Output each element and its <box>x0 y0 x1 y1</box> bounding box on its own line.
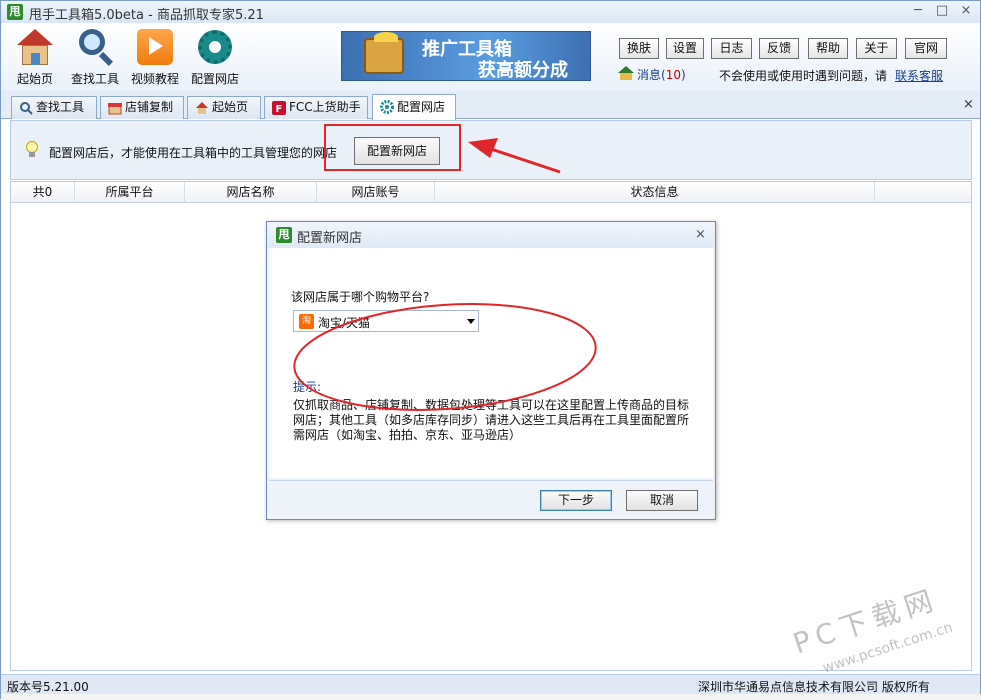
dialog-footer: 下一步 取消 <box>269 480 713 518</box>
message-house-icon <box>618 66 634 80</box>
platform-select[interactable]: 淘 淘宝/天猫 <box>293 310 479 332</box>
tab-configure-shop[interactable]: 配置网店 <box>372 94 456 120</box>
skin-button[interactable]: 换肤 <box>619 38 659 59</box>
video-play-icon <box>135 27 175 67</box>
version-text: 版本号5.21.00 <box>7 680 89 694</box>
toolbar-configure-shop-label: 配置网店 <box>190 72 239 86</box>
next-step-button[interactable]: 下一步 <box>540 490 612 511</box>
window-title: 甩手工具箱5.0beta - 商品抓取专家5.21 <box>29 8 264 23</box>
tab-shop-copy-label: 店铺复制 <box>125 100 174 114</box>
gear-icon <box>195 27 235 67</box>
messages-label: 消息( <box>637 68 666 82</box>
tab-home-label: 起始页 <box>212 100 249 114</box>
table-header: 共0 所属平台 网店名称 网店账号 状态信息 <box>11 182 971 203</box>
dialog-title: 配置新网店 <box>297 231 363 246</box>
toolbar-video-tutorial-label: 视频教程 <box>130 72 179 86</box>
tab-find-tools[interactable]: 查找工具 <box>11 96 97 119</box>
shop-icon <box>108 103 122 115</box>
tab-strip: 查找工具 店铺复制 起始页 F FCC上货助手 配置网店 <box>1 91 980 120</box>
gear-icon <box>380 100 394 114</box>
close-tab-icon[interactable]: × <box>963 97 974 112</box>
cancel-button[interactable]: 取消 <box>626 490 698 511</box>
platform-question: 该网店属于哪个购物平台? <box>291 290 430 304</box>
help-button[interactable]: 帮助 <box>808 38 848 59</box>
info-bar: 配置网店后，才能使用在工具箱中的工具管理您的网店 配置新网店 <box>10 120 972 180</box>
tip-text: 仅抓取商品、店铺复制、数据包处理等工具可以在这里配置上传商品的目标网店；其他工具… <box>293 398 690 442</box>
tab-fcc-helper[interactable]: F FCC上货助手 <box>264 96 368 119</box>
feedback-button[interactable]: 反馈 <box>759 38 799 59</box>
dialog-logo-icon: 甩 <box>276 227 292 243</box>
home-icon <box>15 27 55 67</box>
official-site-button[interactable]: 官网 <box>905 38 947 59</box>
col-status[interactable]: 状态信息 <box>435 182 875 203</box>
messages-label-close: ) <box>680 68 686 82</box>
minimize-button[interactable]: ─ <box>907 3 929 21</box>
tab-configure-shop-label: 配置网店 <box>397 100 446 114</box>
toolbar-home-label: 起始页 <box>16 72 53 86</box>
col-platform[interactable]: 所属平台 <box>75 182 185 203</box>
dialog-body: 该网店属于哪个购物平台? 淘 淘宝/天猫 提示: 仅抓取商品、店铺复制、数据包处… <box>269 248 713 478</box>
chevron-down-icon <box>467 319 475 324</box>
tab-home[interactable]: 起始页 <box>187 96 261 119</box>
close-button[interactable]: × <box>955 3 977 21</box>
title-bar[interactable]: 甩 甩手工具箱5.0beta - 商品抓取专家5.21 ─ □ × <box>1 1 980 23</box>
annotation-red-box <box>324 124 461 171</box>
settings-button[interactable]: 设置 <box>666 38 704 59</box>
app-window: 甩 甩手工具箱5.0beta - 商品抓取专家5.21 ─ □ × 起始页 查找… <box>0 0 981 700</box>
lightbulb-icon <box>25 141 39 159</box>
help-text: 不会使用或使用时遇到问题，请 <box>719 69 888 83</box>
tab-fcc-helper-label: FCC上货助手 <box>289 100 361 114</box>
treasure-chest-icon <box>364 32 404 74</box>
app-logo-icon: 甩 <box>7 4 23 20</box>
col-count[interactable]: 共0 <box>11 182 75 203</box>
bottom-strip <box>1 694 981 700</box>
magnifier-icon <box>75 27 115 67</box>
toolbar-find-tools-label: 查找工具 <box>70 72 119 86</box>
messages-link[interactable]: 消息(10) <box>637 66 686 83</box>
about-button[interactable]: 关于 <box>856 38 897 59</box>
home-icon <box>196 102 208 114</box>
taobao-icon: 淘 <box>299 314 314 329</box>
info-text: 配置网店后，才能使用在工具箱中的工具管理您的网店 <box>49 146 338 160</box>
configure-shop-dialog: 甩 配置新网店 × 该网店属于哪个购物平台? 淘 淘宝/天猫 提示: 仅抓取商品… <box>266 221 716 520</box>
toolbar-find-tools[interactable]: 查找工具 <box>65 27 125 87</box>
banner-line2: 获高额分成 <box>478 60 568 81</box>
toolbar-home[interactable]: 起始页 <box>5 27 65 87</box>
message-count: 10 <box>665 68 681 82</box>
copyright-text: 深圳市华通易点信息技术有限公司 版权所有 <box>698 680 930 694</box>
tip-label: 提示: <box>293 380 322 394</box>
main-toolbar: 起始页 查找工具 视频教程 配置网店 推广工具箱 获高额分成 换肤 设置 日志 … <box>1 23 980 91</box>
log-button[interactable]: 日志 <box>711 38 752 59</box>
status-bar: 版本号5.21.00 深圳市华通易点信息技术有限公司 版权所有 <box>1 674 980 694</box>
magnifier-icon <box>20 102 33 115</box>
dialog-title-bar[interactable]: 甩 配置新网店 × <box>267 222 715 248</box>
col-shop-account[interactable]: 网店账号 <box>317 182 435 203</box>
col-shop-name[interactable]: 网店名称 <box>185 182 317 203</box>
dialog-close-icon[interactable]: × <box>695 227 706 242</box>
contact-support-link[interactable]: 联系客服 <box>895 67 943 84</box>
tab-find-tools-label: 查找工具 <box>36 100 85 114</box>
svg-text:F: F <box>276 104 283 115</box>
toolbar-video-tutorial[interactable]: 视频教程 <box>125 27 185 87</box>
fcc-icon: F <box>272 101 286 115</box>
promo-banner[interactable]: 推广工具箱 获高额分成 <box>341 31 591 81</box>
tab-shop-copy[interactable]: 店铺复制 <box>100 96 184 119</box>
maximize-button[interactable]: □ <box>931 3 953 21</box>
toolbar-configure-shop[interactable]: 配置网店 <box>185 27 245 87</box>
platform-value: 淘宝/天猫 <box>318 316 371 330</box>
